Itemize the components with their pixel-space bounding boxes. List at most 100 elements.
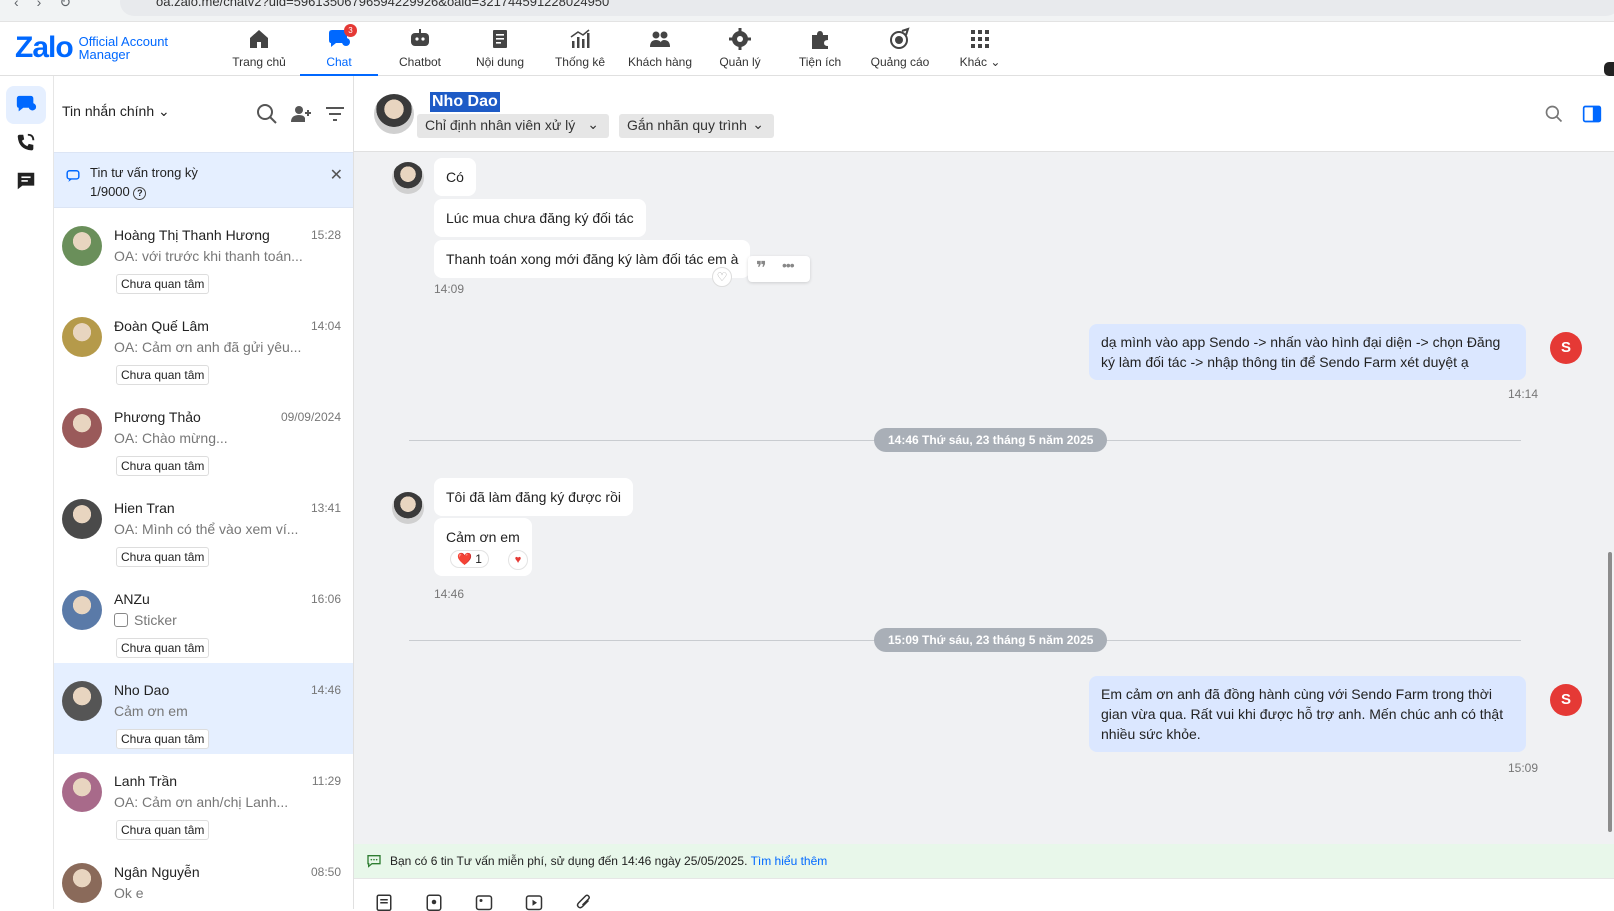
reaction-count[interactable]: ❤️ 1 xyxy=(450,550,489,568)
notice-text: Bạn có 6 tin Tư vấn miễn phí, sử dụng đế… xyxy=(390,854,748,868)
search-icon[interactable] xyxy=(255,102,279,126)
conversation-time: 13:41 xyxy=(310,501,341,515)
avatar[interactable] xyxy=(62,499,102,539)
close-icon[interactable]: ✕ xyxy=(330,165,343,185)
conversation-name: Hoàng Thị Thanh Hương xyxy=(114,227,270,243)
status-badge[interactable]: Chưa quan tâm xyxy=(116,365,210,385)
avatar[interactable] xyxy=(62,681,102,721)
chevron-down-icon: ⌄ xyxy=(158,103,170,119)
conversation-panel-header: Tin nhắn chính ⌄ xyxy=(54,76,353,152)
learn-more-link[interactable]: Tìm hiểu thêm xyxy=(751,854,828,868)
conversation-item[interactable]: ANZu 16:06 Sticker Chưa quan tâm xyxy=(54,572,353,663)
browser-url-bar[interactable]: oa.zalo.me/chatv2?uid=596135067965942299… xyxy=(120,0,1614,16)
icon-rail xyxy=(0,76,54,909)
free-consult-notice: Bạn có 6 tin Tư vấn miễn phí, sử dụng đế… xyxy=(354,844,1614,878)
contact-avatar[interactable] xyxy=(392,492,424,524)
conversation-time: 08:50 xyxy=(310,865,341,879)
status-badge[interactable]: Chưa quan tâm xyxy=(116,456,210,476)
oa-avatar: S xyxy=(1550,332,1582,364)
message-bubble[interactable]: Lúc mua chưa đăng ký đối tác xyxy=(434,199,646,237)
process-tag-dropdown[interactable]: Gắn nhãn quy trình ⌄ xyxy=(619,114,774,138)
text-format-icon[interactable] xyxy=(374,893,394,911)
heart-react-icon[interactable]: ♥ xyxy=(508,550,528,570)
ads-icon xyxy=(890,27,910,49)
nav-manage[interactable]: Quản lý xyxy=(700,22,780,76)
message-bubble[interactable]: Thanh toán xong mới đăng ký làm đối tác … xyxy=(434,240,751,278)
status-badge[interactable]: Chưa quan tâm xyxy=(116,274,210,294)
conversation-time: 15:28 xyxy=(310,228,341,242)
heart-react-icon[interactable]: ♡ xyxy=(712,267,732,287)
status-badge[interactable]: Chưa quan tâm xyxy=(116,547,210,567)
avatar[interactable] xyxy=(62,408,102,448)
message-bubble-outgoing[interactable]: dạ mình vào app Sendo -> nhấn vào hình đ… xyxy=(1089,324,1526,380)
image-icon[interactable] xyxy=(474,893,494,911)
search-icon[interactable] xyxy=(1544,104,1564,124)
message-bubble-outgoing[interactable]: Em cảm ơn anh đã đồng hành cùng với Send… xyxy=(1089,676,1526,752)
assign-staff-dropdown[interactable]: Chỉ định nhân viên xử lý ⌄ xyxy=(417,114,609,138)
conversation-time: 16:06 xyxy=(310,592,341,606)
preview-prefix: OA: xyxy=(114,339,139,355)
conversation-item[interactable]: Phương Thảo 09/09/2024 OA: Chào mừng... Chư… xyxy=(54,390,353,481)
conversation-name: Phương Thảo xyxy=(114,409,201,425)
nav-chatbot[interactable]: Chatbot xyxy=(380,22,460,76)
message-bubble[interactable]: Có xyxy=(434,158,476,196)
nav-utilities[interactable]: Tiện ích xyxy=(780,22,860,76)
attachment-icon[interactable] xyxy=(574,893,594,911)
side-panel-icon[interactable] xyxy=(1582,104,1602,124)
conversation-item[interactable]: Đoàn Quế Lâm 14:04 OA: Cảm ơn anh đã gửi y… xyxy=(54,299,353,390)
status-badge[interactable]: Chưa quan tâm xyxy=(116,729,210,749)
nav-home[interactable]: Trang chủ xyxy=(222,22,296,76)
sticker-icon xyxy=(114,613,128,627)
date-separator: 15:09 Thứ sáu, 23 tháng 5 năm 2025 xyxy=(874,628,1108,652)
conversation-item[interactable]: Ngân Nguyễn 08:50 Ok e xyxy=(54,845,353,909)
add-user-icon[interactable] xyxy=(289,102,313,126)
conversation-item[interactable]: Hoàng Thị Thanh Hương 15:28 OA: với trước … xyxy=(54,208,353,299)
conversation-item[interactable]: Nho Dao 14:46 Cảm ơn em Chưa quan tâm xyxy=(54,663,353,754)
status-badge[interactable]: Chưa quan tâm xyxy=(116,638,210,658)
contact-avatar[interactable] xyxy=(392,162,424,194)
nav-stats[interactable]: Thống kê xyxy=(540,22,620,76)
help-icon[interactable]: ? xyxy=(133,187,147,200)
conversation-list: Hoàng Thị Thanh Hương 15:28 OA: với trước … xyxy=(54,208,353,909)
template-icon[interactable] xyxy=(424,893,444,911)
chatbot-icon xyxy=(411,29,429,46)
gear-icon xyxy=(729,28,751,50)
scrollbar[interactable] xyxy=(1608,552,1612,832)
avatar[interactable] xyxy=(62,772,102,812)
preview-prefix: OA: xyxy=(114,521,139,537)
contact-name[interactable]: Nho Dao xyxy=(430,92,500,112)
status-badge[interactable]: Chưa quan tâm xyxy=(116,820,210,840)
stats-icon xyxy=(570,29,590,48)
quote-icon[interactable]: ❞ xyxy=(756,258,767,279)
chevron-down-icon: ⌄ xyxy=(990,55,1001,69)
home-icon xyxy=(250,30,268,48)
nav-more[interactable]: Khác ⌄ xyxy=(940,22,1020,76)
nav-ads[interactable]: Quảng cáo xyxy=(860,22,940,76)
conversation-item[interactable]: Hien Tran 13:41 OA: Mình có thể vào xem ví… xyxy=(54,481,353,572)
bell-icon[interactable] xyxy=(1604,62,1614,76)
nav-customers[interactable]: Khách hàng xyxy=(620,22,700,76)
avatar[interactable] xyxy=(62,863,102,903)
nav-content[interactable]: Nội dung xyxy=(460,22,540,76)
message-bubble[interactable]: Tôi đã làm đăng ký được rồi xyxy=(434,478,633,516)
inbox-selector[interactable]: Tin nhắn chính ⌄ xyxy=(62,103,170,120)
nav-chat[interactable]: 3 Chat xyxy=(300,22,378,76)
zalo-oa-logo[interactable]: Zalo Official Account Manager xyxy=(15,30,168,66)
comment-icon xyxy=(17,172,35,190)
more-icon[interactable]: ••• xyxy=(782,257,795,273)
filter-icon[interactable] xyxy=(323,102,347,126)
avatar[interactable] xyxy=(62,226,102,266)
rail-calls[interactable] xyxy=(6,124,46,162)
conversation-item[interactable]: Lanh Trần 11:29 OA: Cảm ơn anh/chị Lanh...… xyxy=(54,754,353,845)
rail-messages[interactable] xyxy=(6,86,46,124)
avatar[interactable] xyxy=(62,317,102,357)
conversation-name: Ngân Nguyễn xyxy=(114,864,200,880)
avatar[interactable] xyxy=(62,590,102,630)
logo-brand: Zalo xyxy=(15,31,74,64)
conversation-time: 14:04 xyxy=(310,319,341,333)
rail-comments[interactable] xyxy=(6,162,46,200)
video-icon[interactable] xyxy=(524,893,544,911)
browser-nav-icons[interactable]: ‹›↻ xyxy=(14,0,89,11)
chat-badge: 3 xyxy=(344,24,357,37)
contact-avatar[interactable] xyxy=(374,94,414,134)
